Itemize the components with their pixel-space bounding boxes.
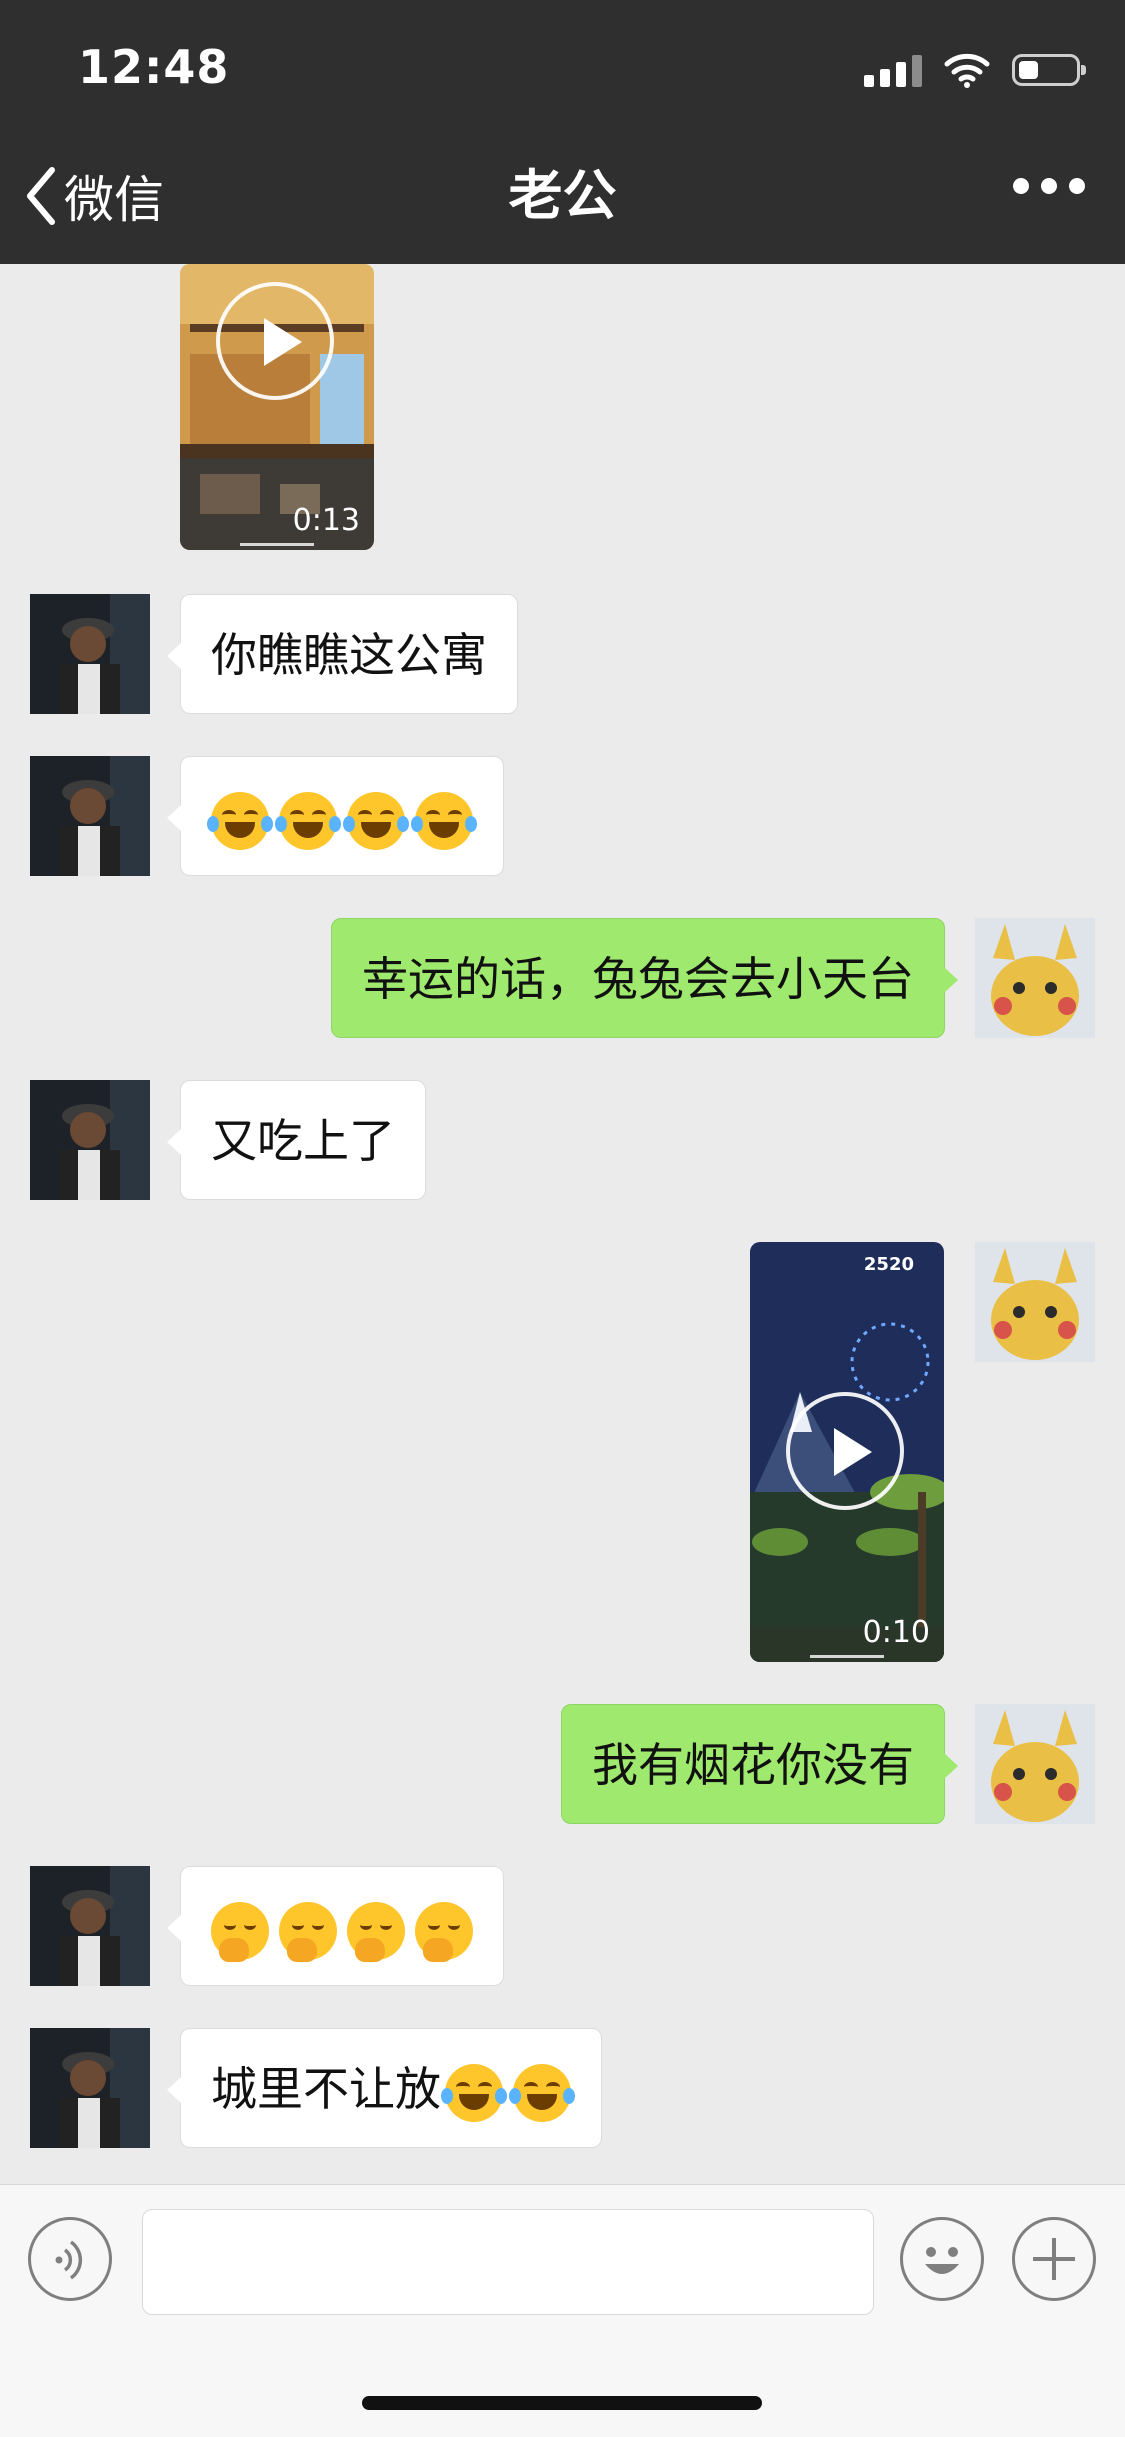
status-time: 12:48 xyxy=(78,40,230,94)
game-score: 2520 xyxy=(863,1254,914,1275)
more-button[interactable] xyxy=(1013,178,1085,194)
contact-avatar-image xyxy=(30,1866,150,1986)
giggle-emoji-icon xyxy=(347,1901,405,1962)
message-bubble-received[interactable] xyxy=(167,1866,504,1986)
self-avatar-image xyxy=(975,1242,1095,1362)
wifi-icon xyxy=(944,53,990,88)
message-bubble-received[interactable]: 城里不让放 xyxy=(167,2028,602,2148)
avatar-contact[interactable] xyxy=(30,756,150,876)
laugh-cry-emoji-icon xyxy=(343,791,409,850)
giggle-emoji-icon xyxy=(211,1901,269,1962)
avatar-contact[interactable] xyxy=(30,2028,150,2148)
emoji-button[interactable] xyxy=(900,2217,984,2301)
giggle-emoji-icon xyxy=(279,1901,337,1962)
laugh-cry-emoji-icon xyxy=(207,791,273,850)
avatar-contact[interactable] xyxy=(30,594,150,714)
play-icon[interactable] xyxy=(216,282,334,400)
laugh-cry-emoji-icon xyxy=(509,2063,575,2122)
message-bubble-received[interactable]: 又吃上了 xyxy=(167,1080,426,1200)
self-avatar-image xyxy=(975,918,1095,1038)
avatar-self[interactable] xyxy=(975,1704,1095,1824)
home-indicator xyxy=(362,2396,762,2410)
battery-level xyxy=(1019,61,1038,79)
add-button[interactable] xyxy=(1012,2217,1096,2301)
ellipsis-icon xyxy=(1013,178,1029,194)
emoji-icon xyxy=(925,2247,959,2274)
message-bubble-received[interactable]: 你瞧瞧这公寓 xyxy=(167,594,518,714)
giggle-emoji-icon xyxy=(415,1901,473,1962)
avatar-self[interactable] xyxy=(975,918,1095,1038)
plus-icon xyxy=(1033,2238,1075,2280)
contact-avatar-image xyxy=(30,756,150,876)
laugh-cry-emoji-icon xyxy=(275,791,341,850)
laugh-cry-emoji-icon xyxy=(441,2063,507,2122)
message-input[interactable] xyxy=(142,2209,874,2315)
chat-area[interactable]: 0:13 你瞧瞧这公寓 幸运的话，兔兔会去小天台 又吃上了 2520 0:10 … xyxy=(0,264,1125,2184)
contact-avatar-image xyxy=(30,2028,150,2148)
message-bubble-sent[interactable]: 我有烟花你没有 xyxy=(561,1704,958,1824)
video-message[interactable]: 0:13 xyxy=(180,264,374,550)
avatar-self[interactable] xyxy=(975,1242,1095,1362)
avatar-contact[interactable] xyxy=(30,1866,150,1986)
contact-avatar-image xyxy=(30,1080,150,1200)
message-bubble-sent[interactable]: 幸运的话，兔兔会去小天台 xyxy=(331,918,958,1038)
avatar-contact[interactable] xyxy=(30,1080,150,1200)
self-avatar-image xyxy=(975,1704,1095,1824)
message-bubble-received[interactable] xyxy=(167,756,504,876)
video-duration: 0:13 xyxy=(292,503,360,538)
page-title: 老公 xyxy=(508,164,617,227)
voice-button[interactable] xyxy=(28,2217,112,2301)
video-message[interactable]: 2520 0:10 xyxy=(750,1242,944,1662)
voice-icon xyxy=(55,2240,83,2280)
play-icon[interactable] xyxy=(786,1392,904,1510)
laugh-cry-emoji-icon xyxy=(411,791,477,850)
battery-icon xyxy=(1012,54,1086,86)
message-text: 城里不让放 xyxy=(211,2062,441,2116)
status-icons xyxy=(864,48,1086,92)
contact-avatar-image xyxy=(30,594,150,714)
cellular-signal-icon xyxy=(864,53,922,87)
top-bar: 12:48 微信 老公 xyxy=(0,0,1125,264)
video-duration: 0:10 xyxy=(862,1615,930,1650)
